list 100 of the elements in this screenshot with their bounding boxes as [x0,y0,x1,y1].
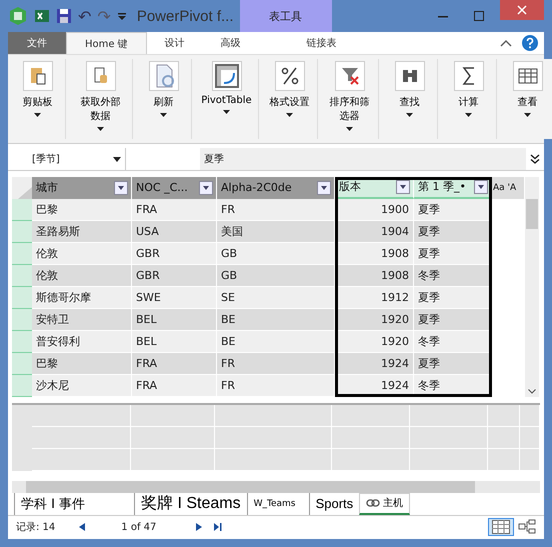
table-cell: BEL [132,330,217,353]
table-cell: GB [217,242,335,265]
sigma-icon [454,61,484,91]
caret-icon [160,113,167,117]
vertical-scrollbar[interactable] [525,176,539,397]
table-cell: GB [217,264,335,287]
filter-dropdown-icon[interactable] [114,180,128,195]
table-cell: 1908 [335,242,414,265]
column-header[interactable]: Alpha-2C0de [217,176,335,199]
table-cell: 夏季 [414,352,492,375]
previous-icon[interactable] [79,523,86,532]
table-cell: FR [217,352,335,375]
table-cell: 美国 [217,220,335,243]
filter-dropdown-icon[interactable] [199,180,213,195]
table-cell: 1920 [335,308,414,331]
expand-icon[interactable] [530,154,540,164]
ribbon-tab[interactable]: 设计 [146,32,203,54]
percent-icon [274,61,304,91]
record-position: 1 of 47 [121,522,156,533]
table-cell: FRA [132,352,217,375]
table-cell: BE [217,308,335,331]
data-view-button[interactable] [488,518,514,536]
table-cell: 巴黎 [32,198,132,221]
table-cell: 普安得利 [32,330,132,353]
name-box[interactable]: [季节] [8,148,126,170]
caret-icon [286,113,293,117]
close-button[interactable] [500,0,544,20]
scroll-down-icon[interactable] [528,388,536,394]
ribbon-tab[interactable]: 高级 [202,32,259,54]
filter-dropdown-icon[interactable] [474,180,488,194]
save-icon[interactable] [56,8,72,24]
table-cell: FRA [132,198,217,221]
help-icon[interactable] [522,35,538,51]
filter-icon [334,61,364,91]
ribbon-tab[interactable]: 链接表 [288,32,355,54]
column-header[interactable]: NOC _C... [132,176,217,199]
collapse-ribbon-icon[interactable] [500,39,512,47]
last-icon[interactable] [214,523,222,532]
customize-icon[interactable] [116,11,127,21]
table-cell: 斯德哥尔摩 [32,286,132,309]
filter-dropdown-icon[interactable] [317,180,331,195]
context-tab-title: 表工具 [240,0,332,32]
pivot-icon [212,61,242,91]
table-cell: GBR [132,242,217,265]
sheet-tab[interactable]: 主机 [359,492,410,515]
record-count: 记录: 14 [16,521,56,534]
table-cell: 沙木尼 [32,374,132,397]
clipboard-icon [22,61,52,91]
formula-field[interactable]: 夏季 [200,148,526,170]
table-cell: 1908 [335,264,414,287]
database-icon [86,61,116,91]
excel-icon[interactable] [34,8,50,24]
table-cell: 安特卫 [32,308,132,331]
next-icon[interactable] [196,523,202,532]
link-icon [366,499,380,508]
table-cell: 圣路易斯 [32,220,132,243]
table-cell: 夏季 [414,308,492,331]
caret-icon [524,113,531,117]
table-cell: FRA [132,374,217,397]
filter-dropdown-icon[interactable] [396,180,410,194]
caret-icon [346,127,353,131]
table-cell: 夏季 [414,220,492,243]
table-cell: 夏季 [414,286,492,309]
dropdown-icon [113,156,121,162]
table-cell: 巴黎 [32,352,132,375]
table-cell: 1912 [335,286,414,309]
caret-icon [223,110,230,114]
table-cell: 1920 [335,330,414,353]
table-cell: BE [217,330,335,353]
file-tab[interactable]: 文件 [8,32,66,54]
scroll-thumb[interactable] [526,198,538,229]
table-cell: 1924 [335,352,414,375]
window-title: PowerPivot f... [136,8,234,24]
close-icon [517,5,527,15]
table-cell: 1900 [335,198,414,221]
table-cell: 伦敦 [32,264,132,287]
table-cell: 冬季 [414,264,492,287]
table-cell: 1904 [335,220,414,243]
table-cell: 夏季 [414,242,492,265]
app-icon [8,6,28,26]
table-cell: BEL [132,308,217,331]
table-cell: FR [217,374,335,397]
table-cell: FR [217,198,335,221]
table-cell: 冬季 [414,330,492,353]
column-header[interactable]: Aa 'A [492,176,525,199]
grid-icon [512,61,542,91]
caret-icon [34,113,41,117]
table-cell: 夏季 [414,198,492,221]
caret-icon [465,113,472,117]
ribbon-tab[interactable]: Home 键 [66,32,147,54]
table-cell: SE [217,286,335,309]
table-cell: 伦敦 [32,242,132,265]
column-header[interactable]: 城市 [32,176,132,199]
caret-icon [97,127,104,131]
maximize-icon [474,11,484,21]
table-cell: USA [132,220,217,243]
caret-icon [406,113,413,117]
refresh-icon [148,61,178,91]
table-cell: GBR [132,264,217,287]
table-cell: SWE [132,286,217,309]
